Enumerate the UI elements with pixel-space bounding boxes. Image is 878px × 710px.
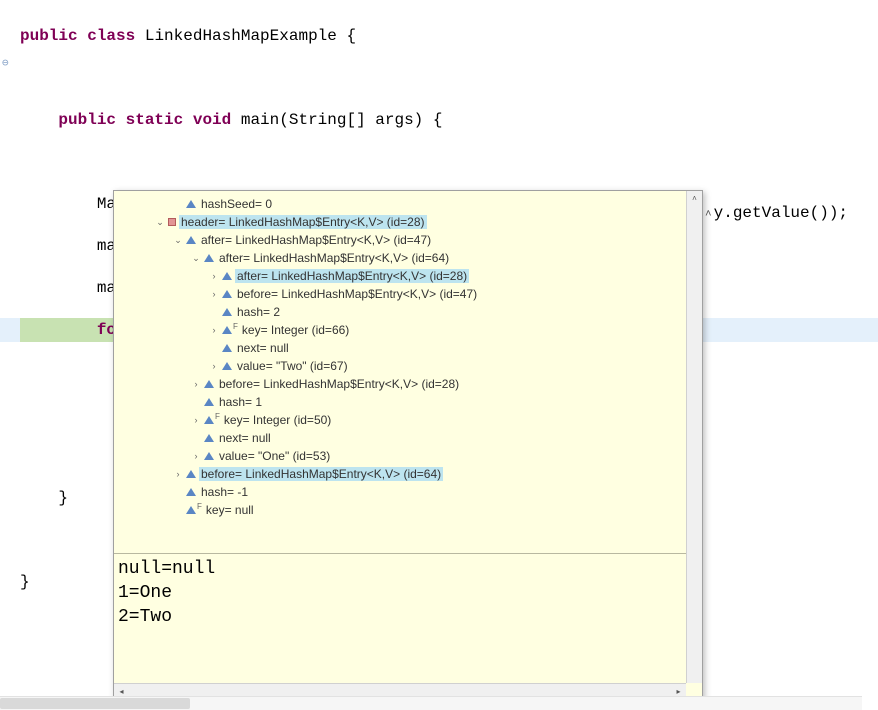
tree-row[interactable]: ⌄ after= LinkedHashMap$Entry<K,V> (id=47) [114,231,686,249]
tree-row[interactable]: hash= -1 [114,483,686,501]
final-badge-icon: F [197,502,202,511]
expander-icon[interactable]: › [190,415,202,425]
field-icon [222,344,232,352]
editor-horizontal-scrollbar[interactable] [0,696,862,710]
tostring-output: null=null 1=One 2=Two [118,557,682,629]
variables-tree[interactable]: hashSeed= 0 ⌄ header= LinkedHashMap$Entry<… [114,191,686,551]
tree-row-label: key= Integer (id=50) [222,413,333,427]
field-icon [222,308,232,316]
tree-row[interactable]: › Fkey= Integer (id=50) [114,411,686,429]
tree-row[interactable]: hash= 1 [114,393,686,411]
field-icon [204,398,214,406]
popup-divider [114,553,686,554]
final-badge-icon: F [233,322,238,331]
tree-row[interactable]: › Fkey= Integer (id=66) [114,321,686,339]
tree-row-label: header= LinkedHashMap$Entry<K,V> (id=28) [179,215,427,229]
tree-row-label: value= "Two" (id=67) [235,359,350,373]
code-line: public static void main(String[] args) { [0,108,878,132]
tree-row-label: value= "One" (id=53) [217,449,332,463]
tree-row-label: after= LinkedHashMap$Entry<K,V> (id=28) [235,269,469,283]
vertical-scrollbar[interactable]: ˄ [686,191,702,683]
field-icon [186,506,196,514]
object-icon [168,218,176,226]
tree-row-label: key= Integer (id=66) [240,323,351,337]
output-line: null=null [118,557,682,581]
expander-icon[interactable]: › [190,451,202,461]
code-line [0,150,878,174]
tree-row-label: next= null [217,431,273,445]
expander-icon[interactable]: ⌄ [190,253,202,264]
collapse-marker-icon[interactable]: ⊖ [2,56,9,70]
tree-row[interactable]: › value= "Two" (id=67) [114,357,686,375]
tree-row[interactable]: › before= LinkedHashMap$Entry<K,V> (id=28… [114,375,686,393]
editor-gutter: ⊖ [0,0,18,710]
tree-row[interactable]: next= null [114,339,686,357]
tree-row-label: after= LinkedHashMap$Entry<K,V> (id=47) [199,233,433,247]
field-icon [186,200,196,208]
scrollbar-thumb[interactable] [0,698,190,709]
code-line: public class LinkedHashMapExample { [0,24,878,48]
expander-icon[interactable]: ⌄ [154,217,166,228]
field-icon [222,290,232,298]
tree-row-label: before= LinkedHashMap$Entry<K,V> (id=64) [199,467,443,481]
scroll-up-icon[interactable]: ˄ [687,191,702,206]
tree-row[interactable]: › value= "One" (id=53) [114,447,686,465]
field-icon [222,326,232,334]
tree-row[interactable]: ⌄ header= LinkedHashMap$Entry<K,V> (id=28… [114,213,686,231]
tree-row[interactable]: › after= LinkedHashMap$Entry<K,V> (id=28) [114,267,686,285]
field-icon [204,434,214,442]
expander-icon[interactable]: › [208,361,220,371]
tree-row-label: hash= 1 [217,395,264,409]
expander-icon[interactable]: › [208,271,220,281]
field-icon [204,416,214,424]
expander-icon[interactable]: ⌄ [172,235,184,246]
field-icon [222,272,232,280]
tree-row[interactable]: next= null [114,429,686,447]
field-icon [204,380,214,388]
tree-row-label: next= null [235,341,291,355]
tree-row[interactable]: Fkey= null [114,501,686,519]
expander-icon[interactable]: › [208,325,220,335]
code-line [0,66,878,90]
field-icon [186,236,196,244]
tree-row[interactable]: › before= LinkedHashMap$Entry<K,V> (id=47… [114,285,686,303]
tree-row[interactable]: hashSeed= 0 [114,195,686,213]
field-icon [204,254,214,262]
tree-row[interactable]: › before= LinkedHashMap$Entry<K,V> (id=64… [114,465,686,483]
field-icon [186,488,196,496]
tree-row[interactable]: hash= 2 [114,303,686,321]
tree-row[interactable]: ⌄ after= LinkedHashMap$Entry<K,V> (id=64) [114,249,686,267]
expander-icon[interactable]: › [208,289,220,299]
overflow-caret-icon: ˄ [705,209,712,221]
tree-row-label: hash= -1 [199,485,250,499]
code-fragment: ˄y.getValue()); [705,204,848,222]
field-icon [222,362,232,370]
tree-row-label: key= null [204,503,256,517]
expander-icon[interactable]: › [190,379,202,389]
final-badge-icon: F [215,412,220,421]
field-icon [204,452,214,460]
tree-row-label: hashSeed= 0 [199,197,274,211]
output-line: 1=One [118,581,682,605]
expander-icon[interactable]: › [172,469,184,479]
debug-inspect-popup[interactable]: hashSeed= 0 ⌄ header= LinkedHashMap$Entry<… [113,190,703,700]
tree-row-label: hash= 2 [235,305,282,319]
output-line: 2=Two [118,605,682,629]
tree-row-label: before= LinkedHashMap$Entry<K,V> (id=47) [235,287,479,301]
tree-row-label: before= LinkedHashMap$Entry<K,V> (id=28) [217,377,461,391]
tree-row-label: after= LinkedHashMap$Entry<K,V> (id=64) [217,251,451,265]
field-icon [186,470,196,478]
